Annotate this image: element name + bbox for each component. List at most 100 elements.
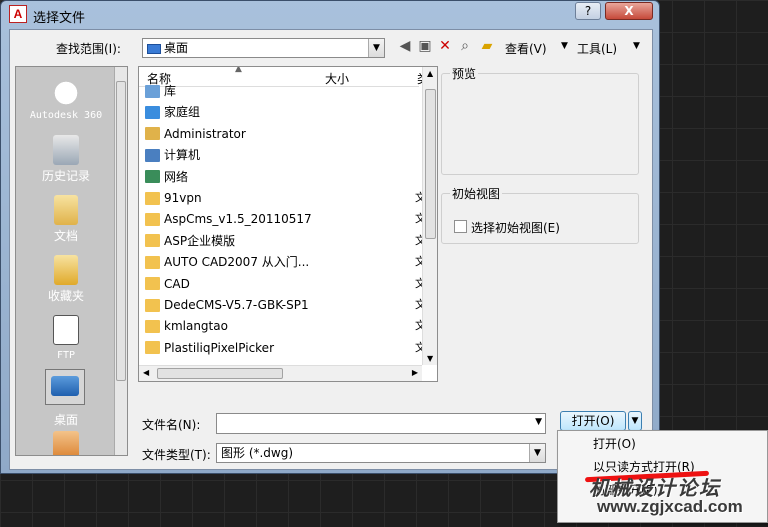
file-name: 家庭组 — [164, 105, 201, 120]
place-documents[interactable]: 文档 — [16, 195, 116, 244]
file-list-hscrollbar[interactable]: ◀ ▶ — [139, 365, 422, 381]
open-button[interactable]: 打开(O) — [560, 411, 626, 431]
filetype-value: 图形 (*.dwg) — [221, 446, 294, 460]
preview-group: 预览 — [441, 65, 639, 175]
list-item[interactable]: DedeCMS-V5.7-GBK-SP1 文 — [145, 295, 426, 315]
open-dropdown-arrow-icon[interactable]: ▼ — [628, 411, 642, 431]
sort-ascending-icon: ▲ — [235, 66, 242, 74]
favorites-folder-icon — [54, 255, 78, 285]
look-in-dropdown[interactable]: 桌面 ▼ — [142, 38, 385, 58]
chevron-down-icon[interactable]: ▼ — [368, 39, 384, 57]
up-folder-icon[interactable]: ▣ — [416, 38, 434, 54]
list-item[interactable]: ASP企业模版文 — [145, 231, 426, 251]
list-item[interactable]: CAD 文 — [145, 274, 426, 294]
views-menu[interactable]: 查看(V) — [505, 40, 547, 57]
homegroup-icon — [145, 105, 160, 119]
initial-view-checkbox[interactable] — [454, 220, 467, 233]
file-name: 网络 — [164, 169, 189, 184]
user-folder-icon — [145, 127, 160, 141]
place-desktop[interactable]: 桌面 — [16, 411, 116, 428]
select-file-dialog: A 选择文件 ? X 查找范围(I): 桌面 ▼ ◀ ▣ ✕ ⌕ ▰ 查看(V)… — [0, 0, 660, 474]
list-item[interactable]: 库 — [145, 81, 176, 101]
dialog-title: 选择文件 — [33, 11, 86, 26]
list-item[interactable]: AspCms_v1.5_20110517 文 — [145, 209, 426, 229]
initial-view-label: 初始视图 — [450, 185, 503, 202]
autocad-logo-icon: A — [9, 5, 27, 23]
list-item[interactable]: 网络 — [145, 167, 188, 187]
filename-label: 文件名(N): — [142, 418, 201, 432]
views-chevron-icon[interactable]: ▼ — [561, 41, 568, 51]
scroll-left-icon[interactable]: ◀ — [143, 368, 149, 377]
list-item[interactable]: PlastiliqPixelPicker 文 — [145, 338, 426, 358]
file-list-vscrollbar[interactable]: ▲ ▼ — [422, 67, 437, 365]
file-list: 名称 ▲ 大小 类 库家庭组Administrator计算机网络91vpn文As… — [138, 66, 438, 382]
list-item[interactable]: 91vpn 文 — [145, 188, 426, 208]
folder-icon — [145, 212, 160, 226]
vscroll-thumb[interactable] — [425, 89, 436, 239]
place-autodesk-360[interactable]: Autodesk 360 — [16, 75, 116, 121]
folder-icon — [145, 298, 160, 312]
scroll-up-icon[interactable]: ▲ — [427, 69, 433, 78]
folder-icon — [145, 341, 160, 355]
back-icon[interactable]: ◀ — [396, 38, 414, 54]
file-name: PlastiliqPixelPicker — [164, 340, 274, 355]
look-in-value: 桌面 — [164, 41, 189, 55]
folder-icon — [145, 234, 160, 248]
computer-icon — [145, 148, 160, 162]
file-name: 计算机 — [164, 148, 201, 163]
search-icon[interactable]: ⌕ — [456, 38, 474, 54]
close-button[interactable]: X — [605, 2, 653, 20]
place-label: 文档 — [53, 229, 78, 243]
file-name: 91vpn — [164, 191, 202, 205]
scroll-right-icon[interactable]: ▶ — [412, 368, 418, 377]
delete-icon[interactable]: ✕ — [436, 38, 454, 54]
cloud-icon — [49, 75, 83, 105]
initial-view-checkbox-label[interactable]: 选择初始视图(E) — [471, 219, 560, 236]
desktop-small-icon — [147, 43, 161, 54]
place-label: 桌面 — [53, 413, 78, 427]
hscroll-thumb[interactable] — [157, 368, 283, 379]
help-button[interactable]: ? — [575, 2, 601, 20]
chevron-down-icon[interactable]: ▼ — [529, 444, 545, 462]
filename-chevron-icon[interactable]: ▼ — [535, 417, 542, 427]
folder-icon — [145, 319, 160, 333]
folder-icon — [145, 277, 160, 291]
history-icon — [53, 135, 79, 165]
list-item[interactable]: 家庭组 — [145, 102, 200, 122]
list-item[interactable]: AUTO CAD2007 从入门... 文 — [145, 252, 426, 272]
documents-folder-icon — [54, 195, 78, 225]
title-bar[interactable]: A 选择文件 ? X — [1, 1, 659, 29]
menu-item-open[interactable]: 打开(O) — [593, 435, 636, 452]
library-icon — [145, 84, 160, 98]
column-size[interactable]: 大小 — [325, 70, 349, 87]
file-name: AUTO CAD2007 从入门... — [164, 255, 310, 270]
watermark: 机械设计论坛 www.zgjxcad.com — [583, 468, 768, 526]
place-favorites[interactable]: 收藏夹 — [16, 255, 116, 304]
places-bar: Autodesk 360 历史记录 文档 收藏夹 FTP 桌面 — [15, 66, 128, 456]
filetype-label: 文件类型(T): — [142, 448, 211, 462]
place-label: Autodesk 360 — [29, 110, 103, 121]
network-icon — [145, 170, 160, 184]
file-name: AspCms_v1.5_20110517 — [164, 212, 312, 227]
places-scrollbar[interactable] — [114, 67, 127, 455]
file-list-header: 名称 ▲ 大小 类 — [139, 66, 429, 87]
tools-menu[interactable]: 工具(L) — [577, 40, 617, 57]
list-item[interactable]: Administrator — [145, 124, 246, 144]
list-item[interactable]: kmlangtao 文 — [145, 316, 426, 336]
place-label: 收藏夹 — [47, 289, 84, 303]
desktop-icon — [45, 369, 85, 405]
monitor-icon — [51, 376, 79, 396]
list-item[interactable]: 计算机 — [145, 145, 200, 165]
filetype-dropdown[interactable]: 图形 (*.dwg) ▼ — [216, 443, 546, 463]
place-more[interactable] — [16, 431, 116, 455]
preview-label: 预览 — [450, 65, 479, 82]
place-history[interactable]: 历史记录 — [16, 135, 116, 184]
file-name: DedeCMS-V5.7-GBK-SP1 — [164, 298, 309, 312]
file-name: Administrator — [164, 126, 246, 141]
filename-input[interactable]: ▼ — [216, 413, 546, 434]
new-folder-icon[interactable]: ▰ — [478, 38, 496, 54]
places-scroll-thumb[interactable] — [116, 81, 126, 381]
scroll-down-icon[interactable]: ▼ — [427, 354, 433, 363]
tools-chevron-icon[interactable]: ▼ — [633, 41, 640, 51]
place-ftp[interactable]: FTP — [16, 315, 116, 361]
